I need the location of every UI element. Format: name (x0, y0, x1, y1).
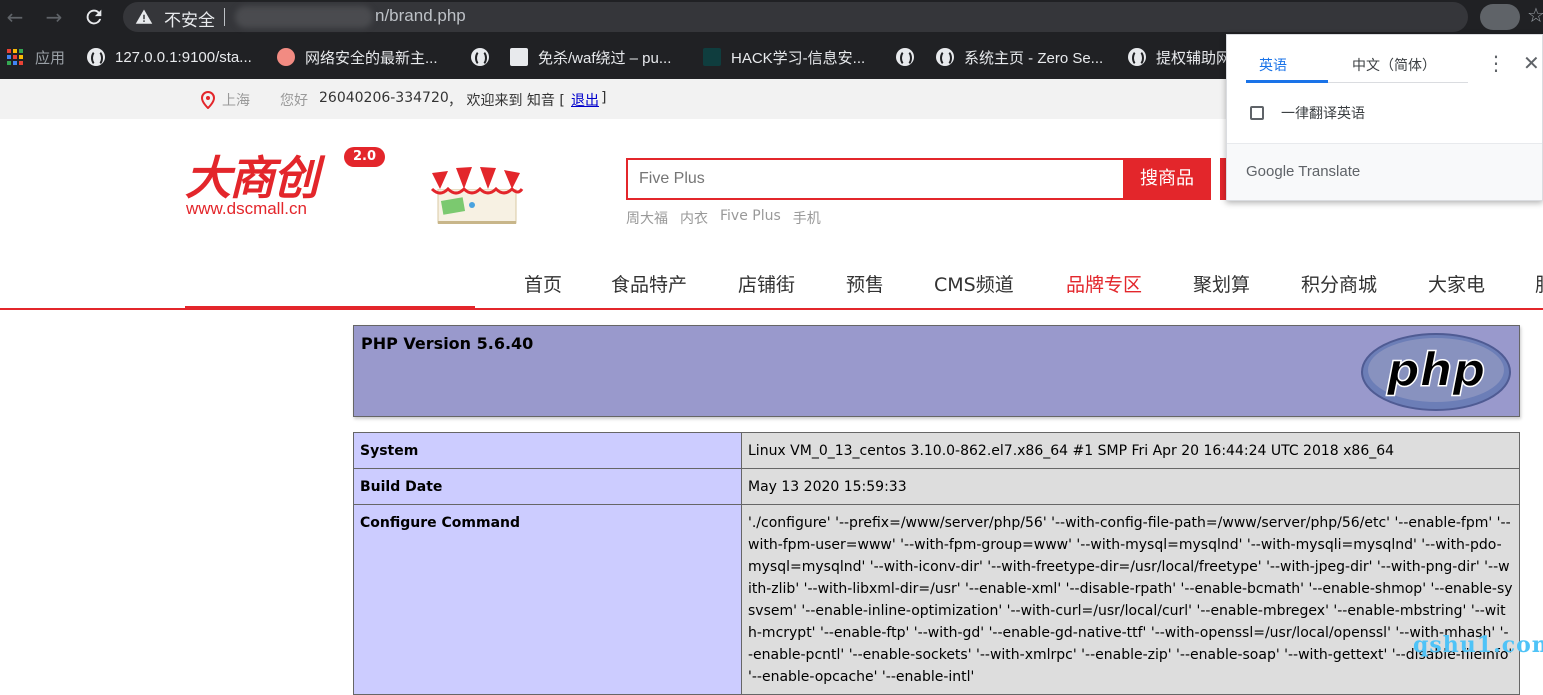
search-input[interactable] (628, 160, 1123, 198)
search-box (626, 158, 1123, 200)
globe-icon (896, 48, 914, 66)
more-options-icon[interactable]: ⋮ (1486, 51, 1506, 75)
close-bracket: ] (601, 90, 607, 106)
user-id: 26040206-334720 (319, 90, 449, 106)
bookmark-label: 提权辅助网 (1156, 49, 1232, 67)
security-label[interactable]: 不安全 (164, 6, 215, 31)
tab-target-language[interactable]: 中文（简体） (1352, 55, 1436, 75)
nav-item-home[interactable]: 首页 (524, 270, 562, 297)
back-arrow-icon[interactable]: ← (3, 5, 27, 29)
nav-item-more[interactable]: 服 (1535, 270, 1543, 297)
hack-icon (703, 48, 721, 66)
forward-arrow-icon[interactable]: → (42, 5, 66, 29)
apps-grid-icon (7, 49, 23, 65)
reload-icon[interactable] (82, 5, 106, 29)
phpinfo-header: PHP Version 5.6.40 php (353, 325, 1520, 417)
row-key: System (353, 432, 742, 469)
bookmark-hack[interactable]: HACK学习-信息安... (703, 44, 865, 70)
row-value: Linux VM_0_13_centos 3.10.0-862.el7.x86_… (741, 432, 1520, 469)
bookmark-label: 免杀/waf绕过 – pu... (538, 49, 672, 67)
bookmark-label: 127.0.0.1:9100/sta... (115, 48, 252, 66)
welcome-text: ， 欢迎来到 知音 [ (448, 93, 565, 109)
phpinfo-table: System Linux VM_0_13_centos 3.10.0-862.e… (353, 432, 1520, 695)
bookmark-security-news[interactable]: 网络安全的最新主... (277, 44, 438, 70)
profile-avatar[interactable] (1480, 4, 1520, 30)
close-icon[interactable]: ✕ (1523, 51, 1540, 75)
hot-search-words: 周大福 内衣 Five Plus 手机 (626, 208, 821, 228)
globe-icon (87, 48, 105, 66)
bookmark-label: HACK学习-信息安... (731, 49, 866, 67)
svg-text:php: php (1386, 343, 1486, 397)
nav-item-cms[interactable]: CMS频道 (934, 270, 1014, 297)
storefront-icon (430, 166, 524, 224)
bookmark-privesc[interactable]: 提权辅助网 (1128, 44, 1231, 70)
translate-tabs: 英语 中文（简体） (1246, 53, 1468, 83)
location-pin-icon (200, 91, 216, 109)
translate-footer: Google Translate (1227, 143, 1542, 200)
bookmark-waf[interactable]: 免杀/waf绕过 – pu... (510, 44, 671, 70)
hot-word[interactable]: 手机 (793, 208, 821, 228)
php-logo-icon[interactable]: php (1360, 332, 1512, 412)
php-version-title: PHP Version 5.6.40 (361, 334, 534, 353)
location-label[interactable]: 上海 (222, 90, 250, 110)
bookmark-globe[interactable] (471, 44, 499, 70)
browser-toolbar: ← → 不安全 n/brand.php ☆ (0, 0, 1543, 34)
row-value: './configure' '--prefix=/www/server/php/… (741, 504, 1520, 695)
warning-triangle-icon (135, 9, 153, 24)
bookmark-zero-sec[interactable]: 系统主页 - Zero Se... (936, 44, 1103, 70)
globe-icon (936, 48, 954, 66)
nav-item-appliances[interactable]: 大家电 (1428, 270, 1485, 297)
search-products-button[interactable]: 搜商品 (1123, 158, 1211, 200)
omnibox-separator (224, 8, 225, 26)
row-value: May 13 2020 15:59:33 (741, 468, 1520, 505)
always-translate-label[interactable]: 一律翻译英语 (1281, 103, 1365, 123)
category-tab-underline (185, 306, 475, 309)
nav-item-points-mall[interactable]: 积分商城 (1301, 270, 1377, 297)
nav-item-food[interactable]: 食品特产 (611, 270, 687, 297)
watermark: qshu1.com (1413, 632, 1543, 658)
row-key: Build Date (353, 468, 742, 505)
active-tab-underline (1246, 80, 1328, 83)
table-row: System Linux VM_0_13_centos 3.10.0-862.e… (353, 432, 1520, 469)
bookmark-label: 网络安全的最新主... (305, 49, 438, 67)
google-translate-brand: Google Translate (1246, 163, 1361, 180)
nav-item-presale[interactable]: 预售 (846, 270, 884, 297)
nav-item-shop-street[interactable]: 店铺街 (738, 270, 795, 297)
translate-popup: 英语 中文（简体） ⋮ ✕ 一律翻译英语 Google Translate (1226, 34, 1543, 201)
bookmark-apps[interactable]: 应用 (7, 44, 65, 70)
greeting-label: 您好 (280, 93, 308, 109)
bookmark-star-icon[interactable]: ☆ (1527, 3, 1543, 27)
hot-word[interactable]: 周大福 (626, 208, 668, 228)
chat-icon (277, 48, 295, 66)
logo-url: www.dscmall.cn (186, 199, 307, 218)
url-text[interactable]: n/brand.php (375, 6, 466, 26)
tab-source-language[interactable]: 英语 (1259, 55, 1287, 75)
globe-icon (1128, 48, 1146, 66)
globe-icon (471, 48, 489, 66)
bookmark-localhost[interactable]: 127.0.0.1:9100/sta... (87, 44, 252, 70)
url-redacted-blur (235, 6, 373, 28)
hot-word[interactable]: 内衣 (680, 208, 708, 228)
table-row: Configure Command './configure' '--prefi… (353, 504, 1520, 695)
nav-item-group-buy[interactable]: 聚划算 (1193, 270, 1250, 297)
hot-word[interactable]: Five Plus (720, 208, 781, 228)
row-key: Configure Command (353, 504, 742, 695)
table-row: Build Date May 13 2020 15:59:33 (353, 468, 1520, 505)
logo-version-badge: 2.0 (344, 147, 385, 167)
always-translate-checkbox[interactable] (1250, 106, 1264, 120)
avatar-icon (510, 48, 528, 66)
bookmark-label: 应用 (35, 49, 66, 67)
logout-link[interactable]: 退出 (571, 90, 599, 110)
bookmark-label: 系统主页 - Zero Se... (964, 49, 1104, 67)
address-bar[interactable]: 不安全 n/brand.php (123, 2, 1468, 32)
main-nav: 首页 食品特产 店铺街 预售 CMS频道 品牌专区 聚划算 积分商城 大家电 服 (0, 266, 1543, 310)
bookmark-globe-2[interactable] (896, 44, 924, 70)
nav-item-brand[interactable]: 品牌专区 (1066, 270, 1142, 297)
